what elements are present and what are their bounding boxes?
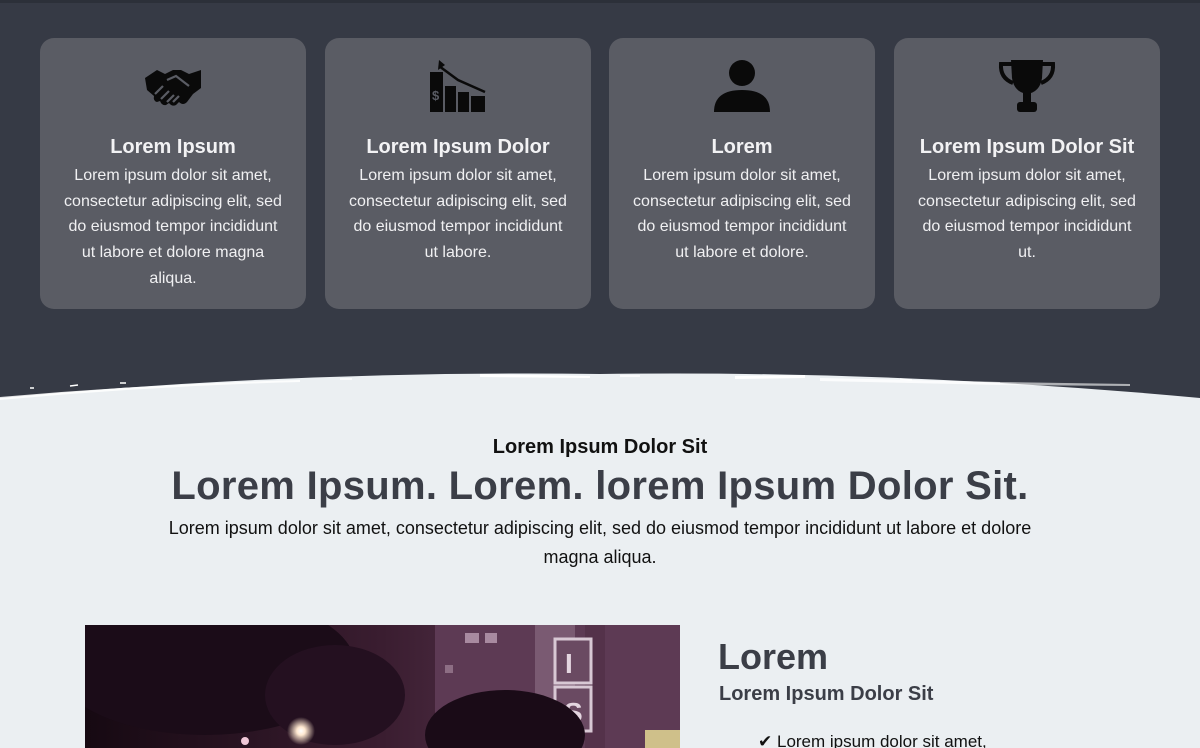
checklist: ✔ Lorem ipsum dolor sit amet, (758, 730, 987, 748)
feature-text: Lorem ipsum dolor sit amet, consectetur … (633, 167, 851, 262)
feature-card-1: Lorem Ipsum Lorem ipsum dolor sit amet, … (40, 38, 306, 309)
brush-wave-divider (0, 373, 1200, 410)
declining-chart-icon: $ (325, 56, 591, 116)
list-item-text: Lorem ipsum dolor sit amet, (776, 732, 987, 748)
list-item: ✔ Lorem ipsum dolor sit amet, (758, 730, 987, 748)
feature-title: Lorem Ipsum (110, 136, 236, 158)
feature-text: Lorem ipsum dolor sit amet, consectetur … (918, 167, 1136, 262)
feature-card-4: Lorem Ipsum Dolor Sit Lorem ipsum dolor … (894, 38, 1160, 309)
feature-text: Lorem ipsum dolor sit amet, consectetur … (349, 167, 567, 262)
feature-text: Lorem ipsum dolor sit amet, consectetur … (64, 167, 282, 287)
street-night-photo: I S (85, 625, 680, 748)
feature-card-3: Lorem Lorem ipsum dolor sit amet, consec… (609, 38, 875, 309)
intro-heading: Lorem Ipsum. Lorem. lorem Ipsum Dolor Si… (171, 464, 1029, 508)
trophy-icon (894, 56, 1160, 116)
svg-text:$: $ (432, 88, 440, 103)
top-divider (0, 0, 1200, 3)
feature-cards: Lorem Ipsum Lorem ipsum dolor sit amet, … (40, 38, 1160, 309)
feature-title: Lorem Ipsum Dolor (366, 136, 550, 158)
intro-text: Lorem ipsum dolor sit amet, consectetur … (168, 518, 1032, 567)
features-section: Lorem Ipsum Lorem ipsum dolor sit amet, … (0, 0, 1200, 400)
side-heading: Lorem (718, 636, 829, 677)
checkmark-icon: ✔ (758, 732, 773, 748)
person-icon (609, 56, 875, 116)
feature-title: Lorem (711, 136, 773, 158)
handshake-icon (40, 56, 306, 116)
feature-card-2: $ Lorem Ipsum Dolor Lorem ipsum dolor si… (325, 38, 591, 309)
intro-kicker: Lorem Ipsum Dolor Sit (492, 436, 708, 458)
feature-title: Lorem Ipsum Dolor Sit (919, 136, 1135, 158)
side-subheading: Lorem Ipsum Dolor Sit (719, 683, 934, 705)
sign-letter-1: I (565, 648, 573, 679)
